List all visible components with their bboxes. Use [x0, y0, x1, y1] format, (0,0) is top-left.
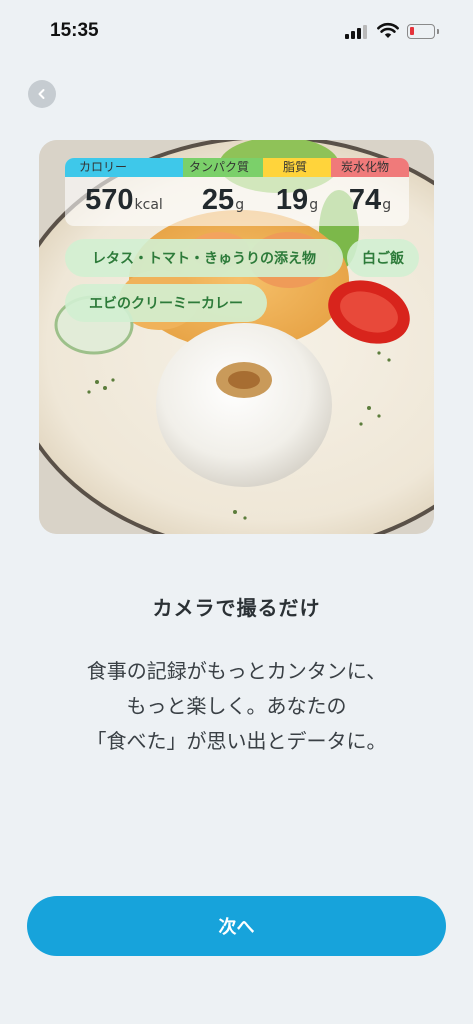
calorie-value-row: 570kcal	[65, 184, 183, 217]
back-button[interactable]	[28, 80, 56, 108]
fat-value-row: 19g	[263, 184, 331, 217]
nutrition-calorie: カロリー 570kcal	[65, 158, 183, 226]
food-photo-card: カロリー 570kcal タンパク質 25g 脂質 19g 炭水化物 74g レ…	[39, 140, 434, 534]
calorie-value: 570	[85, 184, 134, 216]
protein-unit: g	[235, 197, 245, 213]
nutrition-carb: 炭水化物 74g	[331, 158, 409, 226]
calorie-unit: kcal	[134, 197, 163, 213]
food-tag-side-salad[interactable]: レタス・トマト・きゅうりの添え物	[65, 239, 343, 277]
chevron-left-icon	[38, 89, 45, 99]
carb-value-row: 74g	[331, 184, 409, 217]
fat-value: 19	[275, 184, 309, 216]
food-tag-shrimp-curry[interactable]: エビのクリーミーカレー	[65, 284, 267, 322]
nutrition-fat: 脂質 19g	[263, 158, 331, 226]
description-line-2: もっと楽しく。あなたの	[126, 694, 347, 718]
fat-unit: g	[309, 197, 319, 213]
protein-value-row: 25g	[183, 184, 263, 217]
next-button[interactable]: 次へ	[27, 896, 446, 956]
carb-label: 炭水化物	[331, 158, 409, 177]
status-time: 15:35	[50, 20, 99, 41]
carb-value: 74	[348, 184, 382, 216]
description-line-1: 食事の記録がもっとカンタンに、	[86, 659, 387, 683]
description-line-3: 「食べた」が思い出とデータに。	[86, 729, 387, 753]
protein-value: 25	[201, 184, 235, 216]
carb-unit: g	[382, 197, 392, 213]
wifi-icon	[377, 23, 399, 38]
battery-low-icon	[407, 24, 439, 39]
onboarding-description: 食事の記録がもっとカンタンに、 もっと楽しく。あなたの 「食べた」が思い出とデー…	[0, 654, 473, 759]
onboarding-heading: カメラで撮るだけ	[152, 596, 321, 620]
calorie-label: カロリー	[65, 158, 183, 177]
nutrition-summary: カロリー 570kcal タンパク質 25g 脂質 19g 炭水化物 74g	[65, 158, 409, 226]
cellular-signal-icon	[345, 25, 369, 39]
status-bar: 15:35	[0, 0, 473, 60]
food-tag-white-rice[interactable]: 白ご飯	[347, 239, 419, 277]
nutrition-protein: タンパク質 25g	[183, 158, 263, 226]
fat-label: 脂質	[263, 158, 331, 177]
protein-label: タンパク質	[183, 158, 263, 177]
